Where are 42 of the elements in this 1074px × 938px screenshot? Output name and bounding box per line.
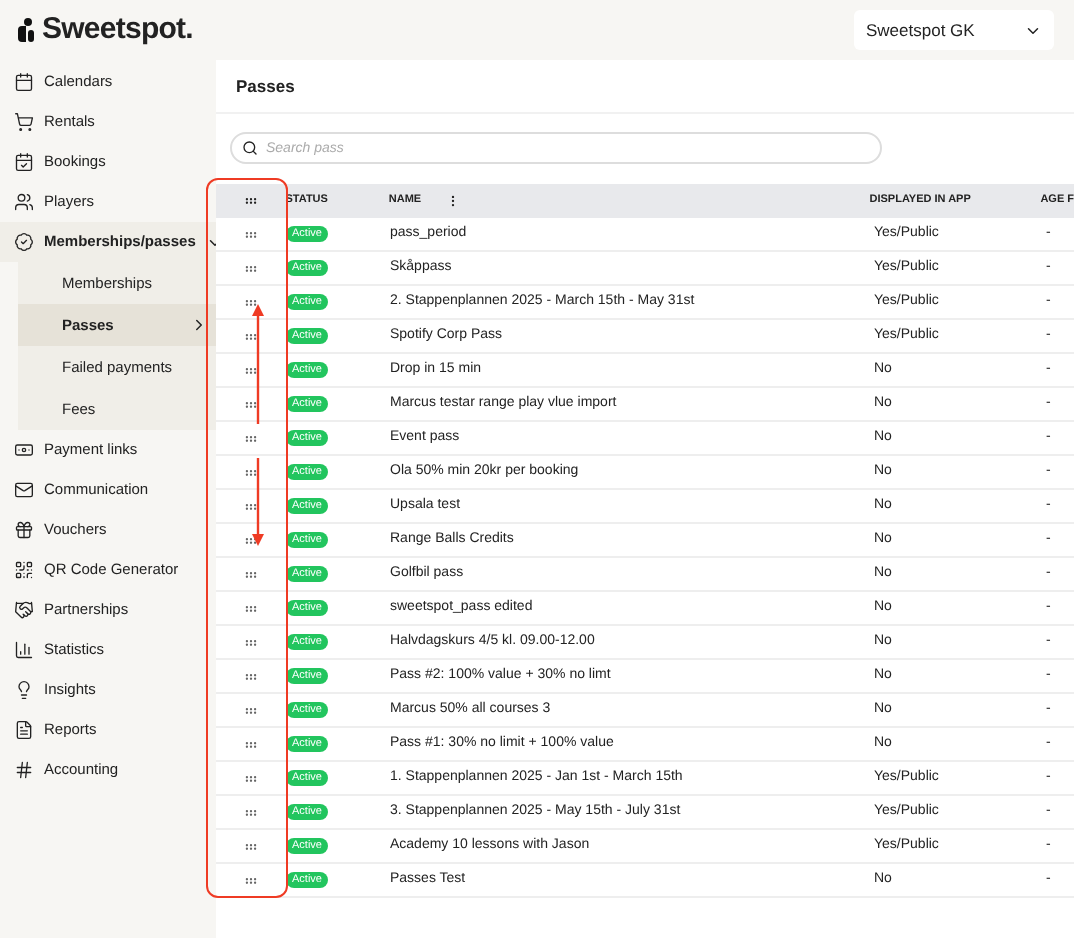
organization-select[interactable]: Sweetspot GK: [854, 10, 1054, 50]
cart-icon: [14, 112, 34, 132]
drag-handle-icon[interactable]: [244, 703, 258, 717]
drag-handle-icon[interactable]: [244, 499, 258, 513]
drag-handle-icon[interactable]: [244, 363, 258, 377]
mail-icon: [14, 480, 34, 500]
calendar-check-icon: [14, 152, 34, 172]
lightbulb-icon: [14, 680, 34, 700]
drag-handle-icon[interactable]: [244, 227, 258, 241]
calendar-icon: [14, 72, 34, 92]
document-icon: [14, 720, 34, 740]
drag-handle-icon[interactable]: [244, 567, 258, 581]
up-arrow: [252, 304, 264, 424]
drag-handle-icon[interactable]: [244, 805, 258, 819]
drag-handle-icon[interactable]: [244, 329, 258, 343]
gift-icon: [14, 520, 34, 540]
drag-handle-icon[interactable]: [244, 771, 258, 785]
drag-handle-icon[interactable]: [244, 465, 258, 479]
drag-handle-icon[interactable]: [244, 873, 258, 887]
drag-handle-icon[interactable]: [244, 839, 258, 853]
drag-handle-icon[interactable]: [244, 295, 258, 309]
drag-handle-icon[interactable]: [244, 601, 258, 615]
search-icon: [242, 140, 258, 156]
grid-icon: [14, 760, 34, 780]
badge-check-icon: [14, 232, 34, 252]
banknote-icon: [14, 440, 34, 460]
drag-handle-icon: [243, 194, 258, 208]
drag-handle-icon[interactable]: [244, 635, 258, 649]
drag-handle-icon[interactable]: [244, 397, 258, 411]
logo-text: Sweetspot.: [42, 9, 193, 50]
handshake-icon: [14, 600, 34, 620]
users-icon: [14, 192, 34, 212]
page-title: Passes: [236, 73, 295, 99]
bar-chart-icon: [14, 640, 34, 660]
qr-code-icon: [14, 560, 34, 580]
drag-handle-icon[interactable]: [244, 431, 258, 445]
logo-icon: [16, 17, 36, 43]
drag-handle-icon[interactable]: [244, 737, 258, 751]
drag-handle-icon[interactable]: [244, 261, 258, 275]
down-arrow: [252, 458, 264, 546]
drag-handle-icon[interactable]: [244, 669, 258, 683]
chevron-right-icon: [190, 316, 208, 334]
